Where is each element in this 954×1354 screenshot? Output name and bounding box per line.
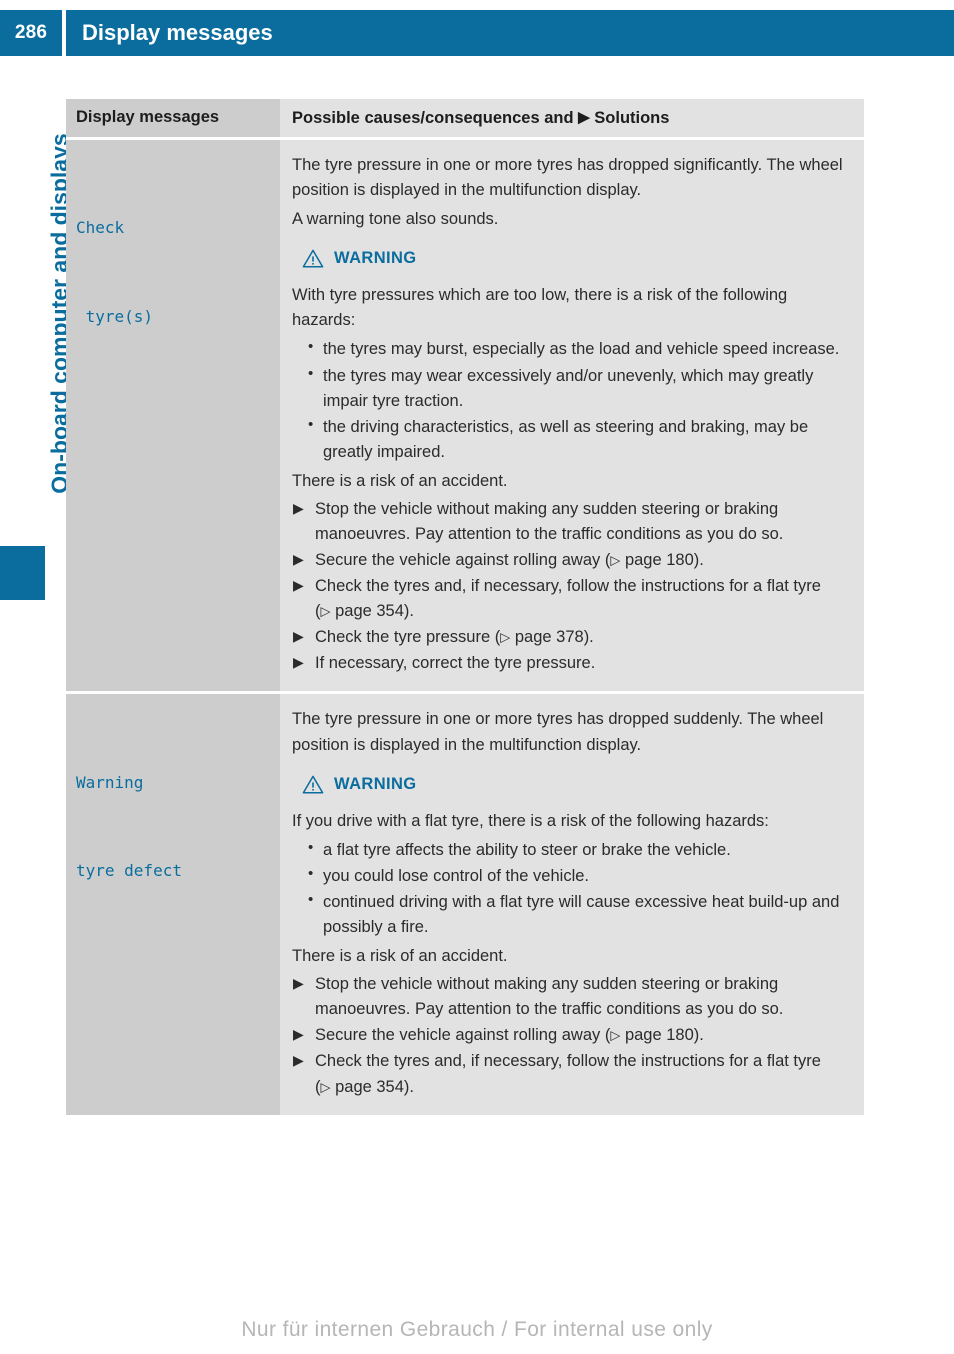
solid-triangle-icon: ▶ <box>293 975 304 992</box>
message-cell: Check tyre(s) <box>66 140 280 692</box>
intro-paragraph: The tyre pressure in one or more tyres h… <box>292 710 824 754</box>
hazard-list: a flat tyre affects the ability to steer… <box>292 837 850 940</box>
footer-watermark: Nur für internen Gebrauch / For internal… <box>241 1318 713 1341</box>
list-item: ▶ Stop the vehicle without making any su… <box>292 497 850 547</box>
page-title: Display messages <box>82 20 273 45</box>
list-item: ▶ Secure the vehicle against rolling awa… <box>292 548 850 573</box>
list-item: ▶ Check the tyre pressure (▷ page 378). <box>292 625 850 650</box>
step-text: Check the tyres and, if necessary, follo… <box>315 577 821 596</box>
column-header-display-messages: Display messages <box>66 99 280 137</box>
step-text: Secure the vehicle against rolling away <box>315 551 601 570</box>
hollow-triangle-icon: ▷ <box>610 552 621 568</box>
page-header: 286 Display messages <box>0 10 954 56</box>
solid-triangle-icon: ▶ <box>293 499 304 516</box>
step-text: Stop the vehicle without making any sudd… <box>315 499 784 544</box>
message-line: Check <box>76 218 125 238</box>
table-row: Check tyre(s) The tyre pressure in one o… <box>66 137 864 692</box>
solid-triangle-icon: ▶ <box>293 577 304 594</box>
list-item: the tyres may wear excessively and/or un… <box>308 363 850 414</box>
warning-triangle-icon <box>302 249 324 268</box>
solution-step-list: ▶ Stop the vehicle without making any su… <box>292 497 850 677</box>
list-item: you could lose control of the vehicle. <box>308 863 850 889</box>
hollow-triangle-icon: ▷ <box>500 629 511 645</box>
page-reference-label: page 354 <box>335 1077 404 1096</box>
page-reference[interactable]: (▷ page 354). <box>315 602 414 620</box>
message-line: tyre(s) <box>76 306 154 326</box>
list-item: ▶ Secure the vehicle against rolling awa… <box>292 1023 850 1048</box>
list-item: ▶ If necessary, correct the tyre pressur… <box>292 651 850 676</box>
solution-step-list: ▶ Stop the vehicle without making any su… <box>292 972 850 1099</box>
step-text: Secure the vehicle against rolling away <box>315 1026 601 1045</box>
page-reference-label: page 378 <box>514 628 584 647</box>
solid-triangle-icon: ▶ <box>293 551 304 568</box>
hollow-triangle-icon: ▷ <box>610 1027 621 1043</box>
warning-intro: If you drive with a flat tyre, there is … <box>292 811 769 830</box>
list-item: the driving characteristics, as well as … <box>308 414 850 465</box>
step-text: Stop the vehicle without making any sudd… <box>315 975 784 1019</box>
column-header-causes-solutions: Possible causes/consequences and ▶ Solut… <box>280 99 864 137</box>
table-header-row: Display messages Possible causes/consequ… <box>66 99 864 137</box>
risk-line: There is a risk of an accident. <box>292 471 508 490</box>
column-header-suffix: Solutions <box>594 109 670 127</box>
display-messages-table: Display messages Possible causes/consequ… <box>66 99 864 1115</box>
list-item: ▶ Check the tyres and, if necessary, fol… <box>292 1049 850 1099</box>
chapter-tab-marker <box>0 546 45 600</box>
list-item: the tyres may burst, especially as the l… <box>308 336 850 362</box>
warning-intro: With tyre pressures which are too low, t… <box>292 286 788 330</box>
warning-heading: WARNING <box>302 772 850 797</box>
causes-solutions-cell: The tyre pressure in one or more tyres h… <box>280 140 864 692</box>
table-row: Warning tyre defect The tyre pressure in… <box>66 691 864 1115</box>
list-item: continued driving with a flat tyre will … <box>308 889 850 940</box>
risk-line: There is a risk of an accident. <box>292 947 508 966</box>
page-reference[interactable]: (▷ page 378). <box>490 628 594 646</box>
page-reference[interactable]: (▷ page 354). <box>315 1078 414 1096</box>
message-line: Warning <box>76 772 144 792</box>
hazard-list: the tyres may burst, especially as the l… <box>292 336 850 465</box>
causes-solutions-cell: The tyre pressure in one or more tyres h… <box>280 694 864 1115</box>
warning-heading: WARNING <box>302 246 850 271</box>
step-text: Check the tyre pressure <box>315 628 491 647</box>
page-reference-label: page 354 <box>335 602 404 621</box>
list-item: ▶ Check the tyres and, if necessary, fol… <box>292 574 850 624</box>
message-line: tyre defect <box>76 861 182 881</box>
page-reference-label: page 180 <box>624 1026 694 1045</box>
intro-paragraph: The tyre pressure in one or more tyres h… <box>292 156 843 200</box>
hollow-triangle-icon: ▷ <box>320 603 331 619</box>
solid-triangle-icon: ▶ <box>293 1026 304 1043</box>
warning-label: WARNING <box>334 249 417 268</box>
warning-label: WARNING <box>334 774 417 793</box>
solid-triangle-icon: ▶ <box>578 109 590 126</box>
solid-triangle-icon: ▶ <box>293 628 304 645</box>
solid-triangle-icon: ▶ <box>293 1052 304 1069</box>
list-item: ▶ Stop the vehicle without making any su… <box>292 972 850 1022</box>
page-reference-label: page 180 <box>624 551 694 570</box>
message-cell: Warning tyre defect <box>66 694 280 1115</box>
step-text: Check the tyres and, if necessary, follo… <box>315 1052 821 1071</box>
hollow-triangle-icon: ▷ <box>320 1079 331 1094</box>
page-reference[interactable]: (▷ page 180). <box>600 1026 704 1044</box>
column-header-prefix: Possible causes/consequences and <box>292 109 574 127</box>
list-item: a flat tyre affects the ability to steer… <box>308 837 850 863</box>
page-reference[interactable]: (▷ page 180). <box>600 551 704 569</box>
intro-paragraph: A warning tone also sounds. <box>292 210 499 229</box>
step-text: If necessary, correct the tyre pressure. <box>315 654 596 673</box>
warning-triangle-icon <box>302 775 324 794</box>
solid-triangle-icon: ▶ <box>293 654 304 671</box>
